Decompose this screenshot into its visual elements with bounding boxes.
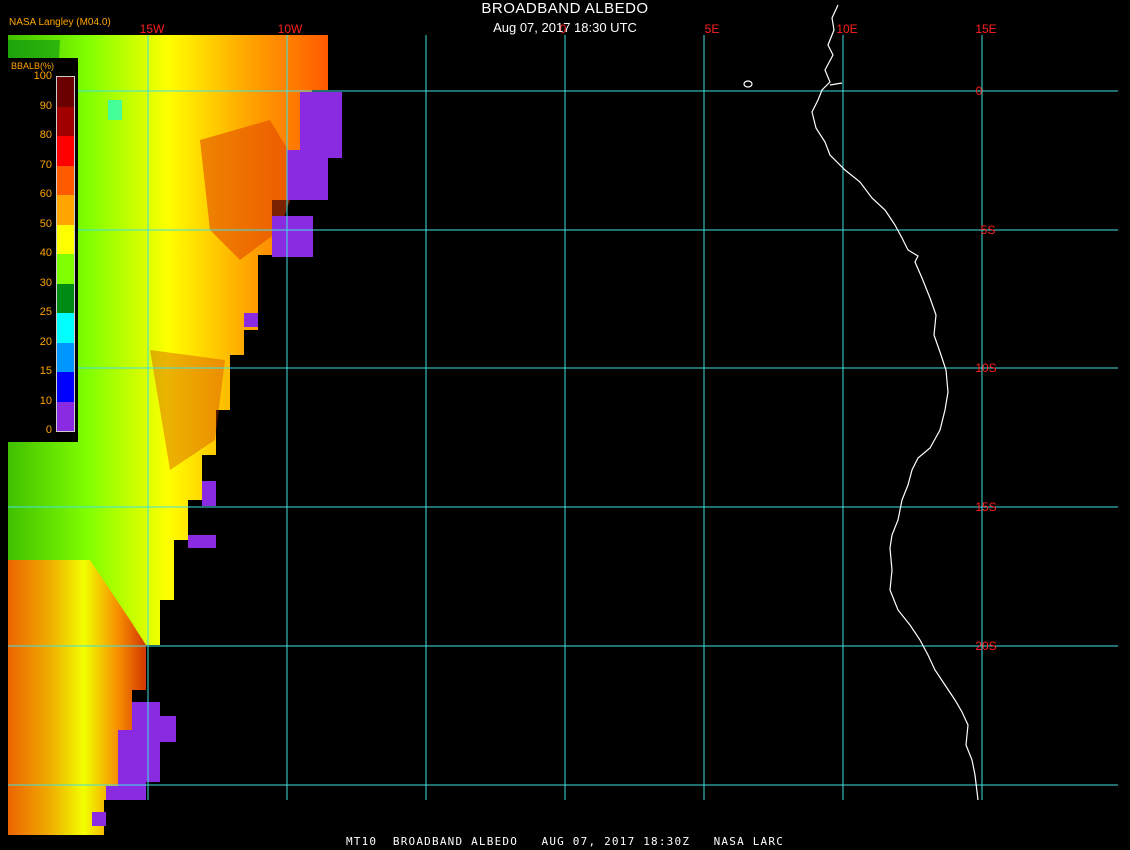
legend-tick-label: 25 <box>39 306 52 318</box>
legend-tick-label: 50 <box>39 217 52 230</box>
legend-swatch <box>57 401 74 431</box>
legend-swatch <box>57 195 74 225</box>
legend-color-bar <box>56 76 75 432</box>
albedo-map: 15W 10W 0 5E 10E 15E 0 5S 10S 15S 20S <box>8 4 1118 835</box>
legend-swatch <box>57 254 74 284</box>
legend-swatch <box>57 342 74 372</box>
coastline <box>743 4 979 801</box>
legend-swatch <box>57 165 74 195</box>
legend-tick-label: 70 <box>39 158 52 171</box>
legend-tick-label: 80 <box>39 129 52 141</box>
legend-tick-label: 30 <box>39 276 52 289</box>
legend-tick-label: 0 <box>45 424 52 436</box>
legend-tick-label: 40 <box>39 247 52 259</box>
legend-swatch <box>57 136 74 166</box>
island <box>743 80 753 88</box>
legend-tick-label: 60 <box>39 188 52 200</box>
legend-tick-label: 20 <box>39 335 52 348</box>
legend-tick-label: 10 <box>39 394 52 407</box>
map-title: BROADBAND ALBEDO <box>481 0 649 17</box>
legend-swatch <box>57 77 74 107</box>
legend-swatch <box>57 283 74 313</box>
map-timestamp: Aug 07, 2017 18:30 UTC <box>493 20 637 35</box>
legend-swatch <box>57 372 74 402</box>
legend-swatch <box>57 313 74 343</box>
lat-label-10s: 10S <box>975 361 996 375</box>
legend-swatch <box>57 106 74 136</box>
agency-label: NASA Langley (M04.0) <box>9 17 111 28</box>
lat-label-15s: 15S <box>975 500 996 514</box>
lat-label-0: 0 <box>976 84 983 98</box>
lat-label-5s: 5S <box>981 223 996 237</box>
legend-tick-label: 100 <box>33 70 52 82</box>
legend-tick-label: 90 <box>39 99 52 112</box>
legend-tick-label: 15 <box>39 365 52 377</box>
lat-label-20s: 20S <box>975 639 996 653</box>
footer-caption: MT10 BROADBAND ALBEDO AUG 07, 2017 18:30… <box>345 835 785 848</box>
albedo-legend: BBALB(%) 100 90 80 70 60 50 40 30 25 20 15 10 0 <box>8 58 78 442</box>
legend-swatch <box>57 224 74 254</box>
